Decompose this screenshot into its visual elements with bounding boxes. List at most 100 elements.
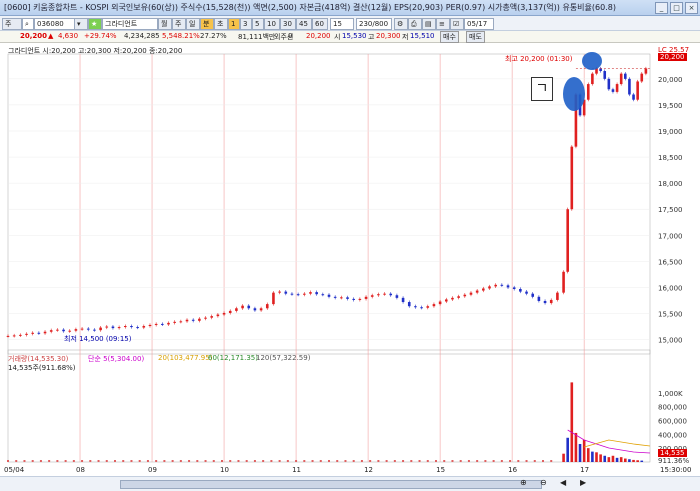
candle-body — [632, 94, 635, 100]
price-axis: 15,000 15,500 16,000 16,500 17,000 17,500 18,0… — [658, 76, 687, 453]
price-tick-label: 17,500 — [658, 206, 683, 214]
candle-body — [290, 293, 294, 295]
volume-bar — [393, 460, 396, 462]
price-panel-frame — [7, 53, 651, 355]
candle-body — [272, 292, 275, 305]
candle-body — [25, 333, 28, 335]
candle-body — [636, 81, 639, 100]
candle-body — [259, 308, 263, 311]
candle-body — [49, 330, 53, 332]
zoom-in-icon[interactable]: ⊕ — [520, 478, 527, 487]
volume-bar — [418, 460, 421, 462]
candle-body — [241, 305, 244, 309]
volume-bar — [369, 460, 372, 462]
candle-body — [117, 327, 121, 329]
volume-pct-tag: 911.36% — [658, 457, 690, 465]
candle-body — [136, 327, 139, 329]
candle-body — [284, 291, 288, 294]
volume-bar — [426, 460, 429, 462]
price-tick-label: 16,000 — [658, 284, 683, 292]
x-axis-label: 15 — [436, 466, 446, 474]
annotation-box[interactable]: ㄱ — [531, 77, 553, 101]
candle-body — [142, 326, 146, 328]
volume-bar — [459, 460, 462, 462]
candle-body — [228, 310, 232, 313]
volume-bar — [352, 460, 355, 462]
volume-bar — [286, 460, 289, 462]
volume-bar — [533, 460, 536, 462]
candlestick-series — [6, 52, 650, 338]
volume-tag: 14,535 — [658, 449, 687, 457]
candle-body — [469, 292, 473, 295]
volume-bar — [122, 460, 125, 462]
candle-body — [37, 332, 41, 334]
price-tick-label: 15,000 — [658, 337, 683, 345]
candle-body — [500, 284, 504, 286]
volume-bar — [81, 460, 84, 462]
volume-bar — [360, 460, 363, 462]
candle-body — [494, 284, 497, 287]
candle-body — [235, 308, 238, 311]
volume-bar — [500, 460, 503, 462]
candle-body — [519, 288, 522, 292]
candle-body — [296, 294, 300, 296]
candle-body — [482, 288, 485, 291]
volume-bar — [517, 460, 520, 462]
candle-body — [173, 321, 176, 323]
price-tick-label: 20,000 — [658, 76, 683, 84]
volume-bar — [435, 460, 437, 462]
volume-series — [7, 382, 651, 462]
candle-body — [222, 312, 226, 315]
stock-chart[interactable]: 15,000 15,500 16,000 16,500 17,000 17,500 18,0… — [0, 0, 700, 490]
chart-scrollbar[interactable]: ⊕ ⊖ ◀ ▶ — [0, 476, 700, 491]
volume-bar — [410, 460, 413, 462]
zoom-out-icon[interactable]: ⊖ — [540, 478, 547, 487]
scrollbar-thumb[interactable] — [120, 480, 542, 489]
nav-right-icon[interactable]: ▶ — [580, 478, 586, 487]
high-label-marker: 최고 20,200 (01:30) — [505, 55, 573, 63]
volume-bar — [97, 460, 100, 462]
candle-body — [216, 314, 220, 317]
volume-bar — [311, 460, 314, 462]
candle-body — [327, 294, 331, 297]
volume-bar — [31, 460, 34, 462]
candle-body — [556, 292, 559, 300]
volume-bar — [542, 460, 544, 462]
candle-body — [506, 285, 510, 288]
candle-body — [43, 331, 47, 334]
candle-body — [383, 293, 386, 295]
volume-bar — [179, 460, 182, 462]
volume-bar — [509, 460, 512, 462]
volume-bar — [451, 460, 454, 462]
volume-bar — [402, 460, 405, 462]
volume-bar — [72, 460, 75, 462]
volume-legend-4: 120(57,322.59) — [256, 354, 311, 362]
volume-bar — [476, 460, 479, 462]
nav-left-icon[interactable]: ◀ — [560, 478, 566, 487]
volume-bar — [221, 460, 223, 462]
candle-body — [603, 71, 607, 79]
candle-body — [247, 305, 251, 309]
volume-bar — [56, 460, 59, 462]
candle-body — [488, 286, 491, 289]
volume-bar — [586, 448, 590, 462]
candle-body — [531, 293, 535, 297]
volume-bar — [582, 439, 586, 462]
volume-legend-3: 60(12,171.35) — [208, 354, 258, 362]
volume-bar — [328, 460, 330, 462]
volume-bar — [624, 458, 627, 462]
candle-body — [346, 297, 349, 299]
candle-body — [432, 304, 436, 307]
volume-bar — [64, 460, 67, 462]
candle-body — [130, 326, 133, 328]
volume-bar — [578, 444, 582, 462]
volume-bar — [574, 432, 578, 462]
volume-tick-label: 800,000 — [658, 404, 687, 412]
candle-body — [179, 321, 183, 323]
volume-tick-label: 1,000K — [658, 390, 683, 398]
volume-bar — [48, 460, 51, 462]
volume-bar — [607, 457, 611, 462]
volume-bar — [628, 459, 631, 462]
candle-body — [586, 84, 590, 100]
price-tick-label: 19,000 — [658, 128, 683, 136]
